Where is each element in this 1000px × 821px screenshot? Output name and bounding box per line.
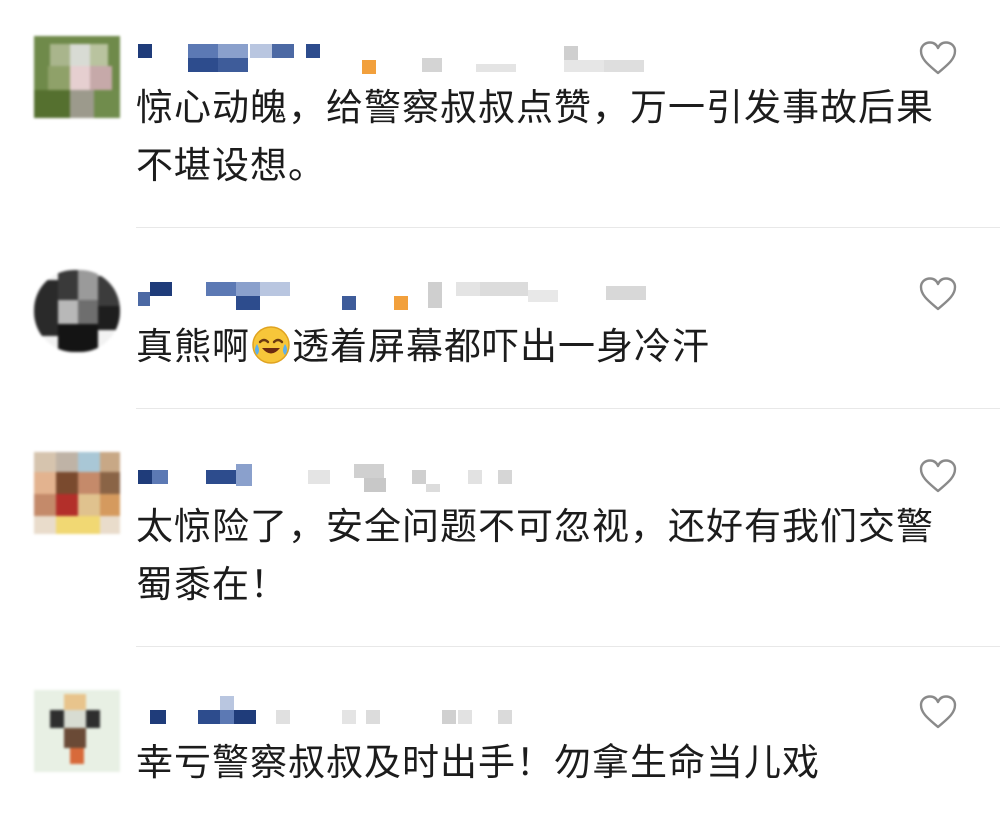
username-redacted[interactable] — [136, 694, 696, 724]
comment-list: 惊心动魄，给警察叔叔点赞，万一引发事故后果不堪设想。 真熊啊 透着屏幕都吓出一身… — [0, 0, 1000, 821]
user-avatar[interactable] — [34, 270, 120, 352]
heart-outline-icon — [919, 41, 957, 75]
crying-laughing-emoji — [252, 326, 290, 364]
username-redacted[interactable] — [136, 40, 696, 74]
user-avatar[interactable] — [34, 690, 120, 772]
comment-text: 幸亏警察叔叔及时出手！勿拿生命当儿戏 — [136, 741, 820, 784]
comment-text-part: 真熊啊 — [136, 325, 250, 368]
user-avatar[interactable] — [34, 452, 120, 534]
like-button[interactable] — [918, 458, 958, 494]
like-button[interactable] — [918, 40, 958, 76]
comment-text-part: 透着屏幕都吓出一身冷汗 — [292, 325, 710, 368]
like-button[interactable] — [918, 694, 958, 730]
user-avatar[interactable] — [34, 36, 120, 118]
divider — [136, 408, 1000, 409]
heart-outline-icon — [919, 695, 957, 729]
comment-text: 真熊啊 透着屏幕都吓出一身冷汗 — [136, 318, 966, 376]
username-redacted[interactable] — [136, 460, 696, 492]
heart-outline-icon — [919, 277, 957, 311]
like-button[interactable] — [918, 276, 958, 312]
heart-outline-icon — [919, 459, 957, 493]
username-redacted[interactable] — [136, 278, 696, 310]
divider — [136, 646, 1000, 647]
divider — [136, 227, 1000, 228]
comment-text: 惊心动魄，给警察叔叔点赞，万一引发事故后果不堪设想。 — [136, 86, 934, 187]
comment-text: 太惊险了，安全问题不可忽视，还好有我们交警蜀黍在！ — [136, 505, 934, 606]
